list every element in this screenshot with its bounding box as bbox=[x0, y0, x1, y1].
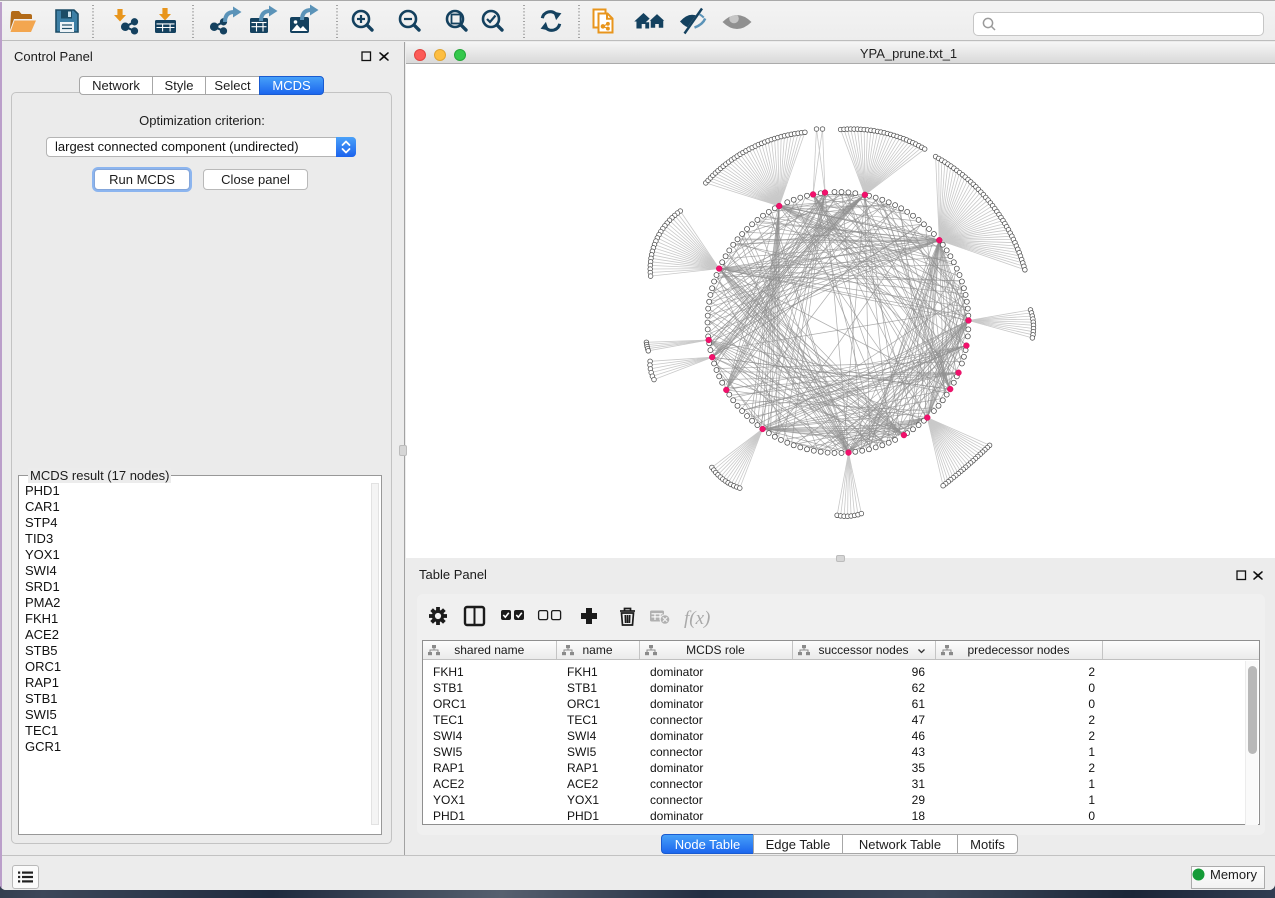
svg-text:f(x): f(x) bbox=[684, 608, 710, 629]
